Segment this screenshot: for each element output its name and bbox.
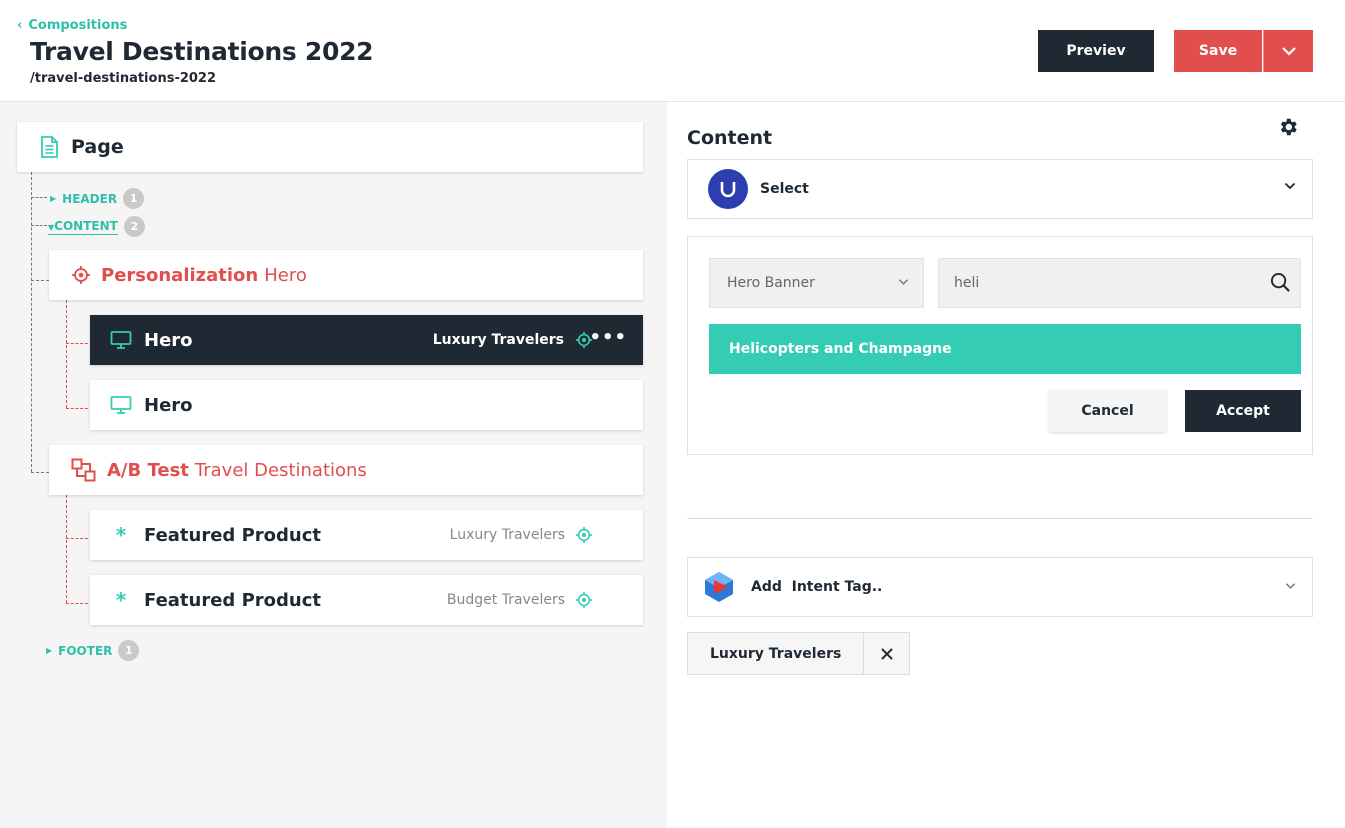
audience-label: Luxury Travelers — [432, 332, 564, 348]
uniform-logo-icon — [708, 169, 748, 209]
page-node-label: Page — [71, 136, 124, 158]
top-bar: ‹ Compositions Travel Destinations 2022 … — [0, 0, 1345, 102]
group-name: Travel Destinations — [194, 459, 367, 481]
tree-connector — [31, 225, 47, 226]
asterisk-icon: * — [115, 523, 127, 547]
tree-connector — [31, 280, 49, 281]
component-name: Featured Product — [144, 524, 321, 546]
audience-label: Budget Travelers — [446, 592, 565, 608]
page-slug: /travel-destinations-2022 — [30, 71, 217, 86]
group-name: Hero — [264, 264, 307, 286]
component-hero-default[interactable]: Hero — [90, 380, 643, 430]
audience-label: Luxury Travelers — [449, 527, 565, 543]
slot-content[interactable]: ▼CONTENT 2 — [48, 216, 145, 237]
content-type-select[interactable]: Hero Banner — [709, 258, 924, 308]
slot-header-count: 1 — [123, 188, 145, 209]
slot-footer-label: FOOTER — [58, 643, 113, 658]
slot-content-label-wrap: ▼CONTENT — [48, 219, 118, 235]
page-title: Travel Destinations 2022 — [30, 37, 374, 66]
group-kind: Personalization — [101, 264, 259, 286]
search-icon[interactable] — [1270, 272, 1291, 293]
slot-footer-count: 1 — [118, 640, 140, 661]
content-source-label: Select — [760, 181, 809, 197]
group-kind: A/B Test — [107, 459, 189, 481]
component-name: Featured Product — [144, 589, 321, 611]
group-title: A/B Test Travel Destinations — [107, 460, 367, 481]
group-title: Personalization Hero — [101, 265, 307, 286]
content-picker: Hero Banner Helicopters and Champagne Ca… — [687, 236, 1313, 455]
save-options-button[interactable] — [1263, 30, 1313, 72]
target-icon — [575, 591, 593, 609]
content-search-input[interactable] — [938, 258, 1301, 308]
content-source-select[interactable]: Select — [687, 159, 1313, 219]
personalization-group[interactable]: Personalization Hero — [49, 250, 643, 300]
component-featured-luxury[interactable]: * Featured Product Luxury Travelers — [90, 510, 643, 560]
cancel-button[interactable]: Cancel — [1049, 390, 1166, 432]
save-button[interactable]: Save — [1174, 30, 1262, 72]
tree-connector — [31, 472, 49, 473]
document-icon — [41, 136, 58, 158]
tree-connector — [31, 197, 47, 198]
accept-button[interactable]: Accept — [1185, 390, 1301, 432]
composition-tree-panel: Page ▶ HEADER 1 ▼CONTENT 2 Personalizati… — [0, 102, 667, 828]
content-section-title: Content — [687, 127, 773, 149]
target-icon — [575, 526, 593, 544]
intent-tag-chip: Luxury Travelers — [687, 632, 911, 675]
intent-tag-logo-icon — [705, 572, 733, 602]
content-editor-panel: Content Select Hero Banner Helicopters a… — [667, 102, 1345, 828]
tree-connector — [66, 408, 88, 409]
back-to-compositions-link[interactable]: ‹ Compositions — [17, 18, 127, 33]
asterisk-icon: * — [115, 588, 127, 612]
section-divider — [687, 518, 1313, 519]
component-hero-luxury[interactable]: Hero Luxury Travelers ••• — [90, 315, 643, 365]
tree-connector — [66, 343, 88, 344]
page-node[interactable]: Page — [17, 122, 643, 172]
add-intent-tag-label: Add Intent Tag.. — [751, 579, 883, 595]
ab-test-group[interactable]: A/B Test Travel Destinations — [49, 445, 643, 495]
chevron-down-icon — [1281, 47, 1296, 56]
target-icon — [72, 266, 90, 284]
slot-header-label: HEADER — [62, 191, 118, 206]
tree-connector — [66, 603, 88, 604]
monitor-icon — [110, 396, 132, 414]
chevron-down-icon — [1284, 182, 1296, 190]
close-icon — [881, 647, 893, 660]
component-name: Hero — [144, 329, 193, 351]
slot-content-count: 2 — [123, 216, 145, 237]
component-name: Hero — [144, 394, 193, 416]
gear-icon[interactable] — [1277, 116, 1299, 138]
search-result-item[interactable]: Helicopters and Champagne — [709, 324, 1301, 374]
caret-right-icon: ▶ — [46, 646, 53, 655]
intent-tag-label: Luxury Travelers — [688, 633, 865, 674]
tree-connector — [66, 300, 67, 408]
remove-tag-button[interactable] — [864, 633, 909, 674]
more-options-icon[interactable]: ••• — [589, 327, 627, 348]
slot-footer[interactable]: ▶ FOOTER 1 — [46, 640, 140, 661]
content-type-value: Hero Banner — [727, 275, 815, 291]
chevron-down-icon — [898, 279, 909, 285]
slot-content-label: CONTENT — [54, 218, 118, 233]
preview-button[interactable]: Previev — [1038, 30, 1154, 72]
tree-connector — [66, 538, 88, 539]
chevron-left-icon: ‹ — [17, 18, 23, 33]
caret-right-icon: ▶ — [50, 194, 57, 203]
ab-test-icon — [71, 458, 96, 482]
chevron-down-icon — [1285, 583, 1296, 589]
tree-connector — [66, 495, 67, 603]
tree-connector — [31, 172, 32, 472]
monitor-icon — [110, 331, 132, 349]
slot-header[interactable]: ▶ HEADER 1 — [50, 188, 145, 209]
component-featured-budget[interactable]: * Featured Product Budget Travelers — [90, 575, 643, 625]
add-intent-tag-select[interactable]: Add Intent Tag.. — [687, 557, 1313, 617]
back-link-label: Compositions — [28, 18, 128, 33]
